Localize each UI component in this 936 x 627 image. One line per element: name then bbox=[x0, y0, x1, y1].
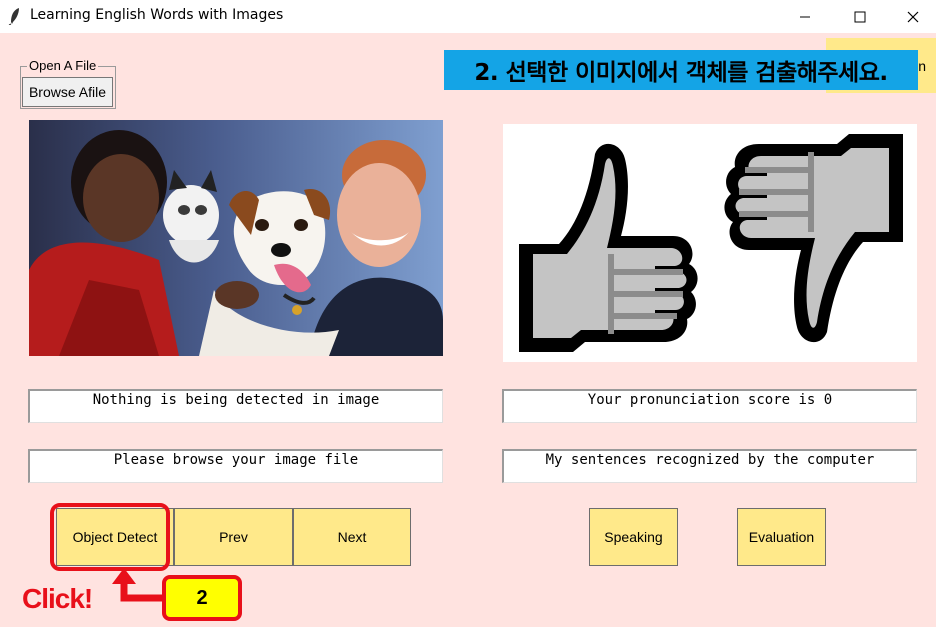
step-number-badge: 2 bbox=[162, 575, 242, 621]
click-annotation-label: Click! bbox=[22, 583, 93, 614]
speaking-button[interactable]: Speaking bbox=[589, 508, 678, 566]
thumbs-down-icon bbox=[724, 134, 903, 343]
close-icon bbox=[907, 11, 919, 22]
minimize-button[interactable] bbox=[782, 0, 828, 33]
image-hint-field: Please browse your image file bbox=[28, 449, 443, 483]
recognized-sentences-field: My sentences recognized by the computer bbox=[502, 449, 917, 483]
open-file-legend: Open A File bbox=[27, 58, 99, 73]
thumbs-up-icon bbox=[519, 143, 698, 352]
title-bar: Learning English Words with Images bbox=[0, 0, 936, 33]
selected-image-drawing bbox=[29, 120, 443, 356]
close-button[interactable] bbox=[890, 0, 936, 33]
highlight-box bbox=[50, 503, 170, 571]
next-button[interactable]: Next bbox=[293, 508, 411, 566]
minimize-icon bbox=[800, 16, 810, 17]
maximize-icon bbox=[854, 11, 866, 22]
feather-icon bbox=[8, 8, 19, 25]
pronunciation-score-field: Your pronunciation score is 0 bbox=[502, 389, 917, 423]
evaluation-button[interactable]: Evaluation bbox=[737, 508, 826, 566]
hidden-yellow-button-label: n bbox=[918, 58, 926, 74]
maximize-button[interactable] bbox=[837, 0, 883, 33]
instruction-banner: 2. 선택한 이미지에서 객체를 검출해주세요. bbox=[444, 50, 918, 90]
detection-status-field: Nothing is being detected in image bbox=[28, 389, 443, 423]
browse-file-button[interactable]: Browse Afile bbox=[22, 77, 113, 107]
prev-button[interactable]: Prev bbox=[174, 508, 293, 566]
evaluation-image-drawing bbox=[519, 134, 903, 352]
selected-image bbox=[29, 120, 443, 356]
evaluation-image bbox=[503, 124, 917, 362]
window-title: Learning English Words with Images bbox=[30, 7, 284, 23]
